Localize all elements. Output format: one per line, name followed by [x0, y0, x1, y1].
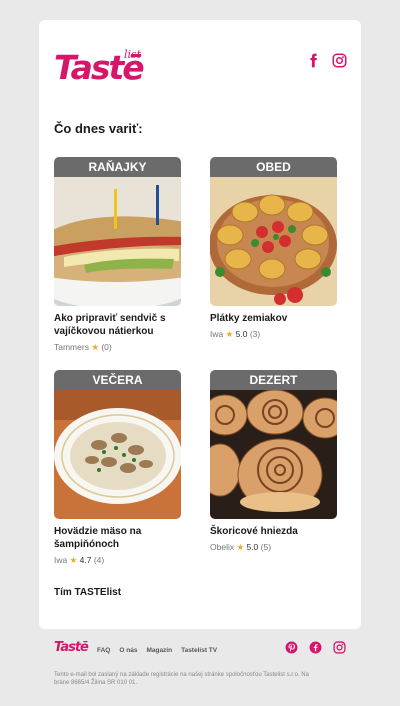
category-label: VEČERA: [54, 370, 181, 390]
instagram-icon[interactable]: [332, 53, 347, 68]
footer-link-tv[interactable]: Tastelist TV: [181, 647, 217, 654]
footer-link-about[interactable]: O nás: [119, 647, 137, 654]
recipe-meta: Iwa ★ 4.7 (4): [54, 555, 181, 566]
recipe-score: 5.0: [235, 329, 248, 339]
recipe-card[interactable]: OBED Plátky zemiakov Iwa ★ 5.0 (3): [210, 157, 337, 340]
footer: Tastē FAQ O nás Magazín Tastelist TV Ten…: [54, 640, 354, 700]
recipe-reviews: (0): [101, 342, 112, 352]
recipe-score: 4.7: [79, 555, 92, 565]
recipe-card[interactable]: DEZERT Škoricové hniezda Obelix ★ 5.0 (5…: [210, 370, 337, 553]
recipe-author: Iwa: [210, 329, 224, 339]
category-label: RAŇAJKY: [54, 157, 181, 177]
recipe-meta: Obelix ★ 5.0 (5): [210, 542, 337, 553]
facebook-icon[interactable]: [309, 641, 322, 654]
footer-logo[interactable]: Tastē: [54, 640, 89, 655]
recipe-author: Obelix: [210, 542, 235, 552]
tastelist-logo[interactable]: Tastē list: [54, 48, 146, 86]
star-icon: ★: [69, 555, 78, 565]
header-social-links: [306, 53, 347, 68]
recipe-card[interactable]: RAŇAJKY Ako pripraviť sendvič s vajíčkov…: [54, 157, 181, 353]
recipe-reviews: (4): [93, 555, 105, 565]
recipe-score: 5.0: [246, 542, 259, 552]
recipe-reviews: (3): [249, 329, 261, 339]
category-label: OBED: [210, 157, 337, 177]
star-icon: ★: [91, 342, 99, 352]
recipe-meta: Iwa ★ 5.0 (3): [210, 329, 337, 340]
recipe-title[interactable]: Škoricové hniezda: [210, 525, 337, 538]
recipe-card[interactable]: VEČERA Hovädzie mäso na šampiňónoch Iwa …: [54, 370, 181, 566]
email-card: Tastē list Čo dnes variť: RAŇAJKY Ako pr…: [39, 20, 361, 629]
section-heading: Čo dnes variť:: [54, 121, 143, 136]
pinterest-icon[interactable]: [285, 641, 298, 654]
recipe-author: Tammers: [54, 342, 89, 352]
star-icon: ★: [236, 542, 245, 552]
recipe-meta: Tammers ★ (0): [54, 342, 181, 353]
recipe-photo-beef-mushrooms[interactable]: [54, 390, 181, 519]
instagram-icon[interactable]: [333, 641, 346, 654]
footer-links: FAQ O nás Magazín Tastelist TV: [97, 647, 217, 654]
signature: Tím TASTElist: [54, 587, 122, 598]
footer-social-links: [285, 641, 346, 654]
recipe-photo-sandwich[interactable]: [54, 177, 181, 306]
facebook-icon[interactable]: [306, 53, 321, 68]
recipe-title[interactable]: Hovädzie mäso na šampiňónoch: [54, 525, 181, 551]
footer-link-faq[interactable]: FAQ: [97, 647, 110, 654]
footer-link-magazine[interactable]: Magazín: [146, 647, 172, 654]
recipe-title[interactable]: Plátky zemiakov: [210, 312, 337, 325]
footer-disclaimer: Tento e-mail bol zaslaný na základe regi…: [54, 672, 309, 686]
recipe-photo-cinnamon-rolls[interactable]: [210, 390, 337, 519]
recipe-author: Iwa: [54, 555, 68, 565]
star-icon: ★: [225, 329, 234, 339]
recipe-title[interactable]: Ako pripraviť sendvič s vajíčkovou nátie…: [54, 312, 181, 338]
category-label: DEZERT: [210, 370, 337, 390]
recipe-photo-potato-patties[interactable]: [210, 177, 337, 306]
recipe-reviews: (5): [260, 542, 272, 552]
logo-subtext: list: [124, 48, 142, 61]
